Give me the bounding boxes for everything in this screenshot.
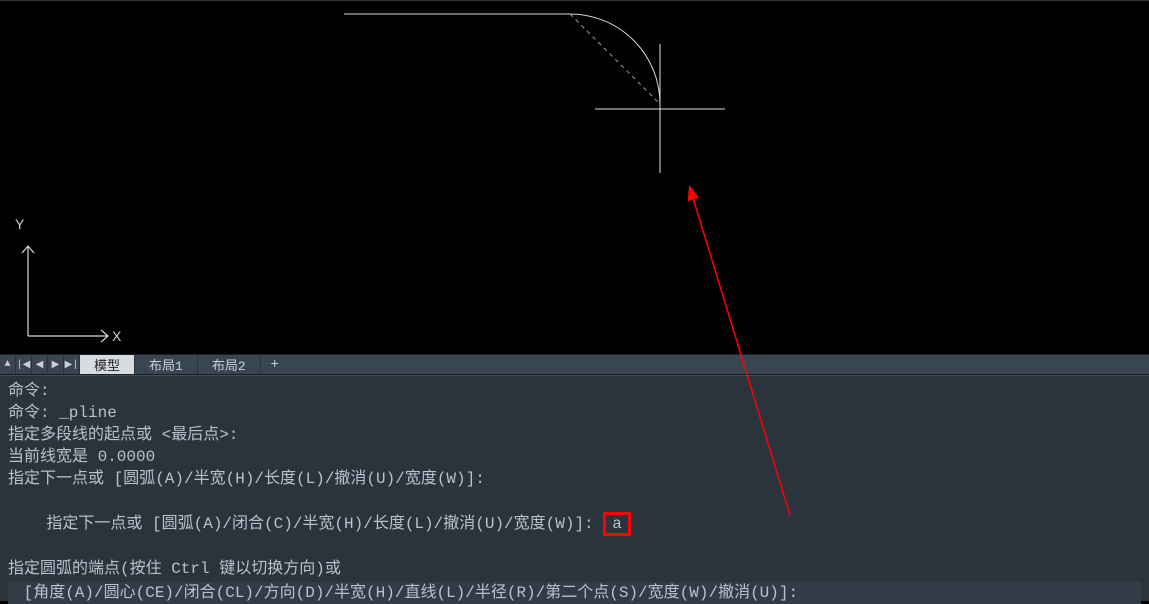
cmd-history-line: 当前线宽是 0.0000 (8, 446, 1141, 468)
tab-layout1[interactable]: 布局1 (135, 355, 198, 374)
ucs-y-label: Y (15, 216, 24, 232)
cmd-history-line: 指定多段线的起点或 <最后点>: (8, 424, 1141, 446)
tab-first-icon[interactable]: |◀ (16, 355, 32, 374)
cmd-history-line: 命令: (8, 380, 1141, 402)
ucs-icon (8, 216, 118, 346)
tab-layout2[interactable]: 布局2 (198, 355, 261, 374)
drawing-canvas[interactable] (0, 1, 1149, 355)
tab-last-icon[interactable]: ▶| (64, 355, 80, 374)
tab-next-icon[interactable]: ▶ (48, 355, 64, 374)
cmd-history-line: 命令: _pline (8, 402, 1141, 424)
tab-prev-icon[interactable]: ◀ (32, 355, 48, 374)
command-window[interactable]: 命令: 命令: _pline 指定多段线的起点或 <最后点>: 当前线宽是 0.… (0, 375, 1149, 601)
cmd-text: 指定下一点或 [圆弧(A)/闭合(C)/半宽(H)/长度(L)/撤消(U)/宽度… (46, 515, 603, 533)
cmd-history-line: 指定下一点或 [圆弧(A)/半宽(H)/长度(L)/撤消(U)/宽度(W)]: (8, 468, 1141, 490)
layout-tab-bar: ▲ |◀ ◀ ▶ ▶| 模型 布局1 布局2 + (0, 354, 1149, 375)
cmd-history-line: 指定下一点或 [圆弧(A)/闭合(C)/半宽(H)/长度(L)/撤消(U)/宽度… (8, 490, 1141, 558)
annotation-highlight-box: a (603, 512, 631, 536)
drawing-viewport[interactable]: X Y (0, 0, 1149, 354)
ucs-x-label: X (112, 328, 121, 344)
cmd-history-line: 指定圆弧的端点(按住 Ctrl 键以切换方向)或 (8, 558, 1141, 580)
tab-model[interactable]: 模型 (80, 355, 135, 374)
tab-close-icon[interactable]: ▲ (0, 355, 16, 374)
tab-add-button[interactable]: + (261, 355, 289, 374)
